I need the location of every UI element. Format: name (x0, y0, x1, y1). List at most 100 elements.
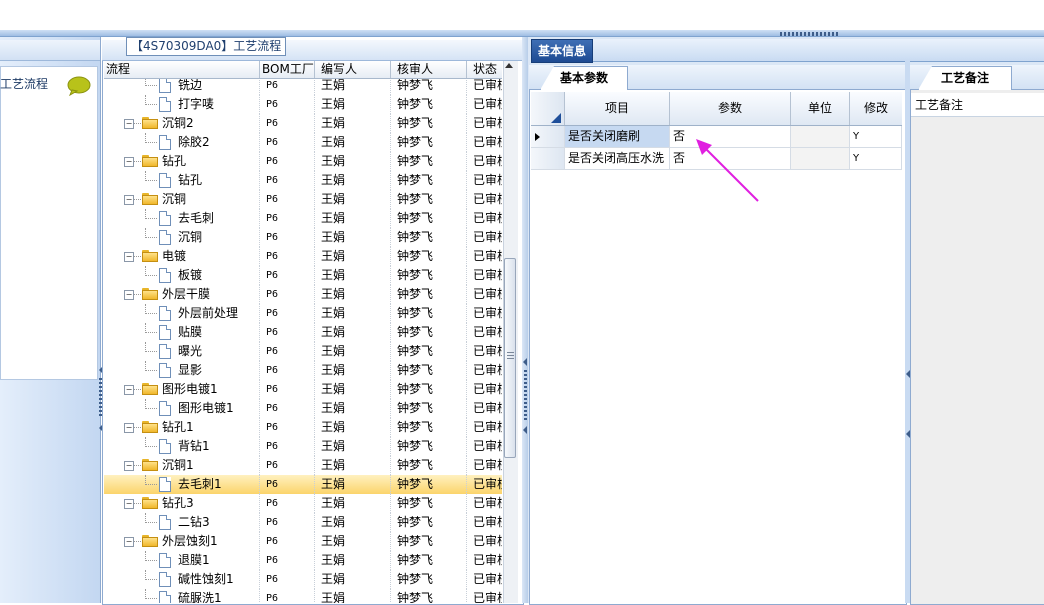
flow-name-cell[interactable]: − 沉铜2 (104, 114, 260, 133)
flow-reviewer-cell[interactable]: 钟梦飞 (391, 437, 467, 456)
flow-writer-cell[interactable]: 王娟 (315, 323, 391, 342)
flow-name-cell[interactable]: 背钻1 (104, 437, 260, 456)
flow-status-cell[interactable]: 已审核 (467, 589, 502, 603)
flow-writer-cell[interactable]: 王娟 (315, 589, 391, 603)
flow-bom-cell[interactable]: P6 (260, 494, 315, 513)
flow-reviewer-cell[interactable]: 钟梦飞 (391, 209, 467, 228)
flow-writer-cell[interactable]: 王娟 (315, 133, 391, 152)
flow-status-cell[interactable]: 已审核 (467, 494, 502, 513)
tree-group-row[interactable]: − 钻孔1 P6王娟钟梦飞已审核 (104, 418, 502, 437)
flow-name-cell[interactable]: 贴膜 (104, 323, 260, 342)
flow-writer-cell[interactable]: 王娟 (315, 494, 391, 513)
row-header[interactable] (531, 148, 565, 169)
flow-reviewer-cell[interactable]: 钟梦飞 (391, 570, 467, 589)
param-item-cell[interactable]: 是否关闭磨刷 (565, 126, 670, 147)
tree-step-row[interactable]: 除胶2 P6王娟钟梦飞已审核 (104, 133, 502, 152)
flow-bom-cell[interactable]: P6 (260, 513, 315, 532)
flow-name-cell[interactable]: 板镀 (104, 266, 260, 285)
flow-name-cell[interactable]: 外层前处理 (104, 304, 260, 323)
tree-step-row[interactable]: 图形电镀1 P6王娟钟梦飞已审核 (104, 399, 502, 418)
tab-basic-info[interactable]: 基本信息 (531, 39, 593, 63)
tree-step-row[interactable]: 硫脲洗1 P6王娟钟梦飞已审核 (104, 589, 502, 603)
flow-bom-cell[interactable]: P6 (260, 247, 315, 266)
flow-bom-cell[interactable]: P6 (260, 266, 315, 285)
flow-name-cell[interactable]: − 图形电镀1 (104, 380, 260, 399)
collapse-toggle-icon[interactable]: − (124, 252, 134, 262)
flow-reviewer-cell[interactable]: 钟梦飞 (391, 95, 467, 114)
flow-bom-cell[interactable]: P6 (260, 95, 315, 114)
flow-status-cell[interactable]: 已审核 (467, 551, 502, 570)
flow-bom-cell[interactable]: P6 (260, 418, 315, 437)
flow-reviewer-cell[interactable]: 钟梦飞 (391, 266, 467, 285)
flow-writer-cell[interactable]: 王娟 (315, 361, 391, 380)
flow-status-cell[interactable]: 已审核 (467, 456, 502, 475)
tree-step-row[interactable]: 板镀 P6王娟钟梦飞已审核 (104, 266, 502, 285)
flow-status-cell[interactable]: 已审核 (467, 95, 502, 114)
flow-name-cell[interactable]: 二钻3 (104, 513, 260, 532)
flow-status-cell[interactable]: 已审核 (467, 114, 502, 133)
flow-writer-cell[interactable]: 王娟 (315, 190, 391, 209)
flow-reviewer-cell[interactable]: 钟梦飞 (391, 190, 467, 209)
flow-name-cell[interactable]: − 电镀 (104, 247, 260, 266)
flow-bom-cell[interactable]: P6 (260, 399, 315, 418)
flow-reviewer-cell[interactable]: 钟梦飞 (391, 513, 467, 532)
flow-bom-cell[interactable]: P6 (260, 323, 315, 342)
flow-reviewer-cell[interactable]: 钟梦飞 (391, 304, 467, 323)
tree-group-row[interactable]: − 外层蚀刻1 P6王娟钟梦飞已审核 (104, 532, 502, 551)
flow-status-cell[interactable]: 已审核 (467, 190, 502, 209)
flow-bom-cell[interactable]: P6 (260, 285, 315, 304)
flow-name-cell[interactable]: 曝光 (104, 342, 260, 361)
flow-writer-cell[interactable]: 王娟 (315, 247, 391, 266)
flow-writer-cell[interactable]: 王娟 (315, 285, 391, 304)
flow-bom-cell[interactable]: P6 (260, 532, 315, 551)
flow-status-cell[interactable]: 已审核 (467, 171, 502, 190)
flow-writer-cell[interactable]: 王娟 (315, 418, 391, 437)
flow-reviewer-cell[interactable]: 钟梦飞 (391, 475, 467, 494)
flow-reviewer-cell[interactable]: 钟梦飞 (391, 342, 467, 361)
col-header-modify[interactable]: 修改 (850, 92, 902, 125)
flow-name-cell[interactable]: 图形电镀1 (104, 399, 260, 418)
flow-status-cell[interactable]: 已审核 (467, 79, 502, 95)
flow-bom-cell[interactable]: P6 (260, 551, 315, 570)
flow-status-cell[interactable]: 已审核 (467, 437, 502, 456)
tree-group-row[interactable]: − 图形电镀1 P6王娟钟梦飞已审核 (104, 380, 502, 399)
flow-name-cell[interactable]: 钻孔 (104, 171, 260, 190)
flow-writer-cell[interactable]: 王娟 (315, 152, 391, 171)
flow-status-cell[interactable]: 已审核 (467, 342, 502, 361)
tree-step-row[interactable]: 打字唛 P6王娟钟梦飞已审核 (104, 95, 502, 114)
flow-status-cell[interactable]: 已审核 (467, 399, 502, 418)
flow-status-cell[interactable]: 已审核 (467, 266, 502, 285)
flow-bom-cell[interactable]: P6 (260, 437, 315, 456)
flow-bom-cell[interactable]: P6 (260, 570, 315, 589)
flow-bom-cell[interactable]: P6 (260, 171, 315, 190)
tree-group-row[interactable]: − 钻孔 P6王娟钟梦飞已审核 (104, 152, 502, 171)
flow-name-cell[interactable]: 退膜1 (104, 551, 260, 570)
flow-writer-cell[interactable]: 王娟 (315, 95, 391, 114)
flow-bom-cell[interactable]: P6 (260, 456, 315, 475)
flow-reviewer-cell[interactable]: 钟梦飞 (391, 589, 467, 603)
flow-status-cell[interactable]: 已审核 (467, 209, 502, 228)
flow-reviewer-cell[interactable]: 钟梦飞 (391, 133, 467, 152)
flow-writer-cell[interactable]: 王娟 (315, 551, 391, 570)
tree-step-row[interactable]: 贴膜 P6王娟钟梦飞已审核 (104, 323, 502, 342)
flow-bom-cell[interactable]: P6 (260, 190, 315, 209)
col-header-item[interactable]: 项目 (565, 92, 670, 125)
flow-reviewer-cell[interactable]: 钟梦飞 (391, 532, 467, 551)
flow-writer-cell[interactable]: 王娟 (315, 380, 391, 399)
flow-status-cell[interactable]: 已审核 (467, 570, 502, 589)
collapse-toggle-icon[interactable]: − (124, 157, 134, 167)
tree-step-row[interactable]: 二钻3 P6王娟钟梦飞已审核 (104, 513, 502, 532)
tree-group-row[interactable]: − 外层干膜 P6王娟钟梦飞已审核 (104, 285, 502, 304)
tree-step-row[interactable]: 铣边 P6王娟钟梦飞已审核 (104, 79, 502, 95)
flow-status-cell[interactable]: 已审核 (467, 418, 502, 437)
tree-step-row[interactable]: 碱性蚀刻1 P6王娟钟梦飞已审核 (104, 570, 502, 589)
flow-name-cell[interactable]: 硫脲洗1 (104, 589, 260, 603)
collapse-middle-icon-2[interactable] (523, 426, 527, 434)
flow-name-cell[interactable]: 碱性蚀刻1 (104, 570, 260, 589)
flow-bom-cell[interactable]: P6 (260, 342, 315, 361)
collapse-toggle-icon[interactable]: − (124, 537, 134, 547)
flow-writer-cell[interactable]: 王娟 (315, 228, 391, 247)
param-modify-cell[interactable]: Y (850, 126, 902, 147)
flow-status-cell[interactable]: 已审核 (467, 323, 502, 342)
flow-name-cell[interactable]: − 钻孔3 (104, 494, 260, 513)
